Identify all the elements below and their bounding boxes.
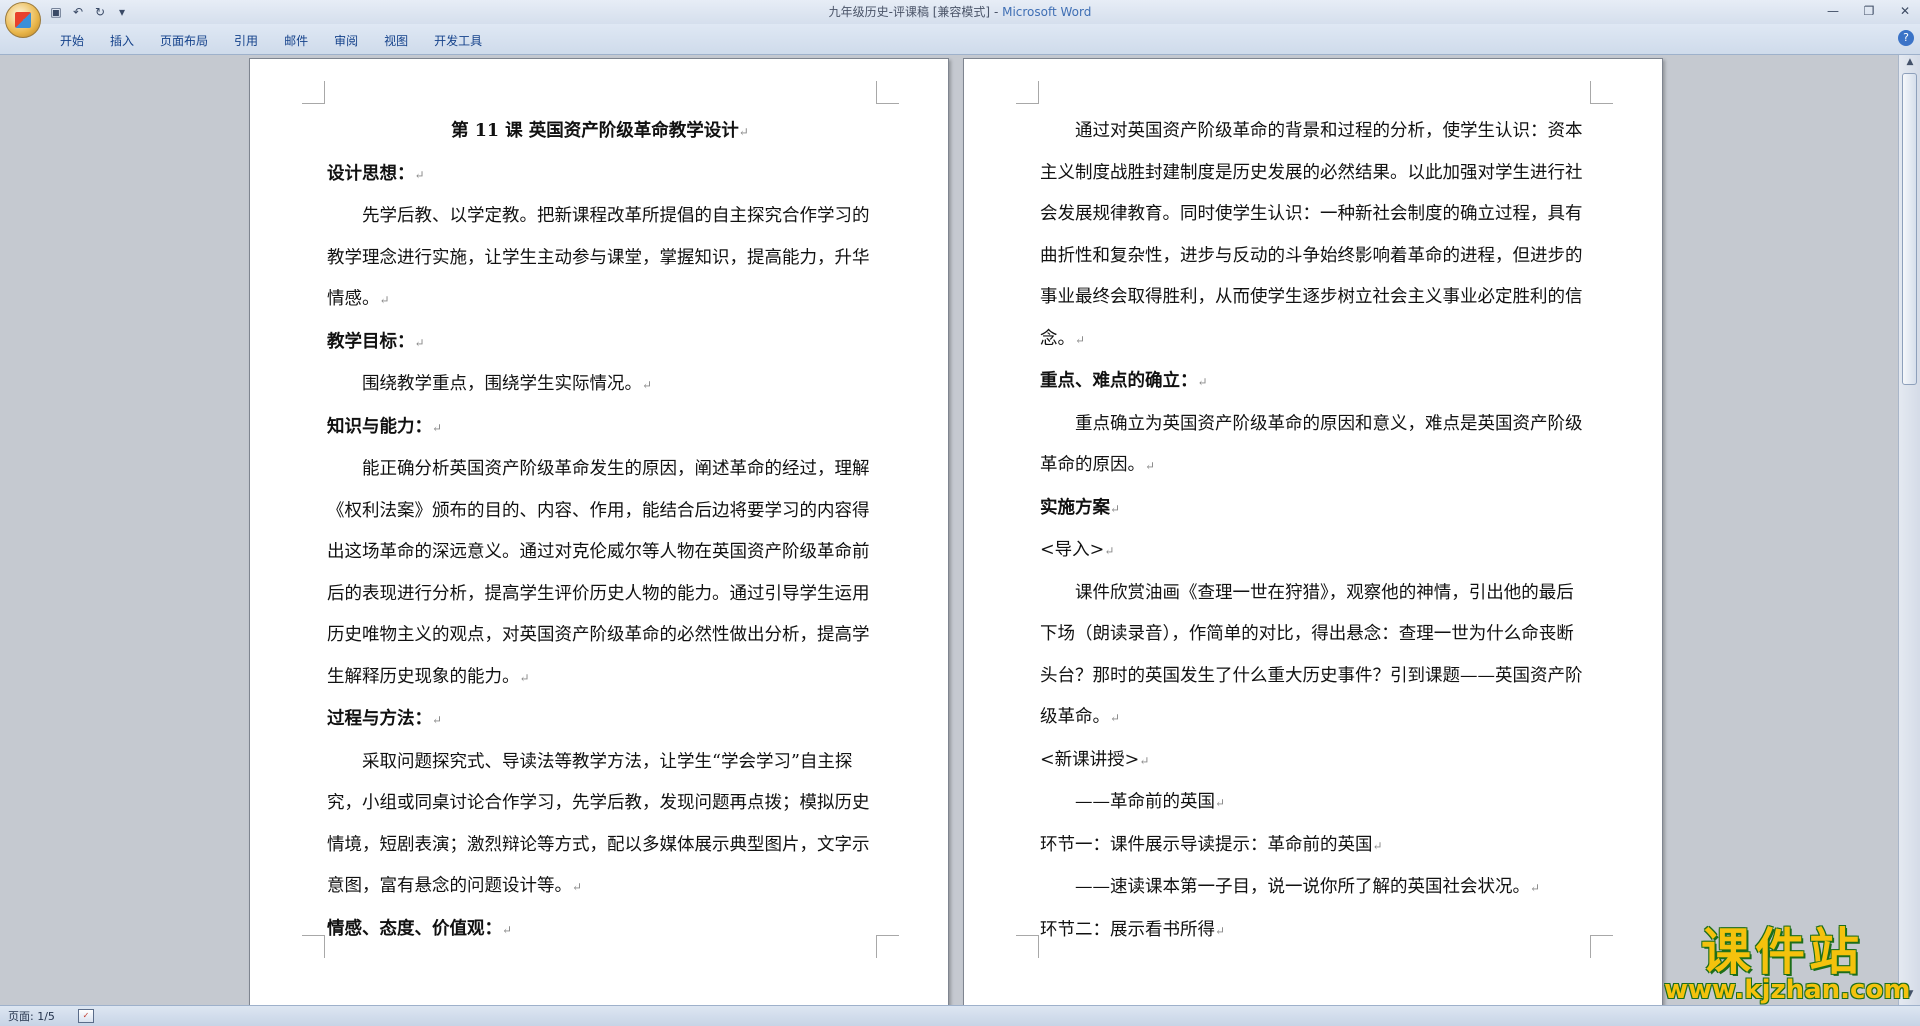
- margin-corner-mark: [1590, 81, 1613, 104]
- paragraph-mark-icon: ↵: [642, 378, 653, 392]
- paragraph-mark-icon: ↵: [1197, 375, 1208, 389]
- section-heading[interactable]: 知识与能力：↵: [327, 407, 873, 450]
- margin-corner-mark: [1590, 935, 1613, 958]
- ribbon-tab-row: 开始 插入 页面布局 引用 邮件 审阅 视图 开发工具 ?: [0, 24, 1920, 55]
- paragraph[interactable]: 环节一：课件展示导读提示：革命前的英国↵: [1040, 825, 1586, 868]
- page-1[interactable]: 第 11 课 英国资产阶级革命教学设计↵ 设计思想：↵ 先学后教、以学定教。把新课程…: [249, 58, 949, 1005]
- paragraph[interactable]: 重点确立为英国资产阶级革命的原因和意义，难点是英国资产阶级革命的原因。↵: [1040, 404, 1586, 488]
- paragraph-mark-icon: ↵: [1139, 753, 1150, 768]
- margin-corner-mark: [1016, 81, 1039, 104]
- customize-toolbar-icon[interactable]: ▾: [114, 4, 130, 20]
- vertical-scrollbar[interactable]: ▲ ▼: [1898, 55, 1920, 1005]
- title-bar: 九年级历史-评课稿 [兼容模式] - Microsoft Word ▣ ↶ ↻ …: [0, 0, 1920, 24]
- paragraph[interactable]: <导入>↵: [1040, 530, 1586, 573]
- margin-corner-mark: [302, 935, 325, 958]
- paragraph[interactable]: 课件欣赏油画《查理一世在狩猎》，观察他的神情，引出他的最后下场（朗读录音），作简…: [1040, 573, 1586, 740]
- office-button[interactable]: [5, 2, 41, 38]
- window-title: 九年级历史-评课稿 [兼容模式] - Microsoft Word: [0, 0, 1920, 24]
- paragraph-mark-icon: ↵: [502, 922, 513, 937]
- ribbon-tabs: 开始 插入 页面布局 引用 邮件 审阅 视图 开发工具: [50, 30, 498, 51]
- tab-references[interactable]: 引用: [224, 30, 274, 51]
- watermark-text: 课件站: [1701, 923, 1863, 981]
- paragraph-mark-icon: ↵: [1215, 923, 1226, 938]
- watermark-url: www.kjzhan.com: [1664, 975, 1911, 1005]
- paragraph-mark-icon: ↵: [1104, 544, 1115, 558]
- section-heading[interactable]: 过程与方法：↵: [327, 699, 873, 742]
- document-title[interactable]: 第 11 课 英国资产阶级革命教学设计↵: [327, 111, 873, 154]
- tab-mailings[interactable]: 邮件: [274, 30, 324, 51]
- site-watermark: 课件站 www.kjzhan.com: [1664, 923, 1911, 1005]
- paragraph[interactable]: <新课讲授>↵: [1040, 740, 1586, 783]
- paragraph-mark-icon: ↵: [432, 420, 443, 435]
- page-1-text[interactable]: 第 11 课 英国资产阶级革命教学设计↵ 设计思想：↵ 先学后教、以学定教。把新课程…: [327, 111, 873, 951]
- paragraph[interactable]: 能正确分析英国资产阶级革命发生的原因，阐述革命的经过，理解《权利法案》颁布的目的…: [327, 449, 873, 699]
- margin-corner-mark: [876, 935, 899, 958]
- paragraph-mark-icon: ↵: [1110, 501, 1121, 516]
- undo-icon[interactable]: ↶: [70, 4, 86, 20]
- tab-page-layout[interactable]: 页面布局: [150, 30, 224, 51]
- page-count-status[interactable]: 页面: 1/5: [8, 1008, 55, 1024]
- paragraph-mark-icon: ↵: [432, 713, 443, 727]
- tab-developer[interactable]: 开发工具: [424, 30, 498, 51]
- tab-review[interactable]: 审阅: [324, 30, 374, 51]
- minimize-icon[interactable]: —: [1822, 2, 1844, 20]
- section-heading[interactable]: 教学目标：↵: [327, 322, 873, 365]
- paragraph-mark-icon: ↵: [1530, 881, 1541, 895]
- paragraph[interactable]: ——速读课本第一子目，说一说你所了解的英国社会状况。↵: [1040, 867, 1586, 910]
- margin-corner-mark: [302, 81, 325, 104]
- quick-access-toolbar: ▣ ↶ ↻ ▾: [48, 3, 130, 21]
- save-icon[interactable]: ▣: [48, 4, 64, 20]
- redo-icon[interactable]: ↻: [92, 4, 108, 20]
- tab-view[interactable]: 视图: [374, 30, 424, 51]
- section-heading[interactable]: 实施方案↵: [1040, 488, 1586, 531]
- paragraph-mark-icon: ↵: [572, 880, 583, 894]
- paragraph-mark-icon: ↵: [519, 670, 530, 685]
- paragraph-mark-icon: ↵: [379, 293, 390, 307]
- office-logo-icon: [15, 12, 31, 28]
- paragraph-mark-icon: ↵: [414, 167, 425, 182]
- window-controls: — ❐ ✕: [1822, 2, 1916, 20]
- paragraph[interactable]: 先学后教、以学定教。把新课程改革所提倡的自主探究合作学习的教学理念进行实施，让学…: [327, 196, 873, 322]
- scrollbar-thumb[interactable]: [1902, 73, 1917, 385]
- maximize-icon[interactable]: ❐: [1858, 2, 1880, 20]
- paragraph-mark-icon: ↵: [1215, 796, 1226, 810]
- window-title-separator: -: [990, 5, 1003, 19]
- paragraph-mark-icon: ↵: [1075, 332, 1086, 347]
- section-heading[interactable]: 情感、态度、价值观：↵: [327, 909, 873, 952]
- page-2-text[interactable]: 通过对英国资产阶级革命的背景和过程的分析，使学生认识：资本主义制度战胜封建制度是…: [1040, 111, 1586, 952]
- paragraph-mark-icon: ↵: [738, 125, 749, 139]
- paragraph-mark-icon: ↵: [1145, 459, 1156, 473]
- document-area[interactable]: 第 11 课 英国资产阶级革命教学设计↵ 设计思想：↵ 先学后教、以学定教。把新课程…: [0, 55, 1898, 1005]
- margin-corner-mark: [876, 81, 899, 104]
- paragraph[interactable]: 采取问题探究式、导读法等教学方法，让学生“学会学习”自主探究，小组或同桌讨论合作…: [327, 742, 873, 909]
- paragraph[interactable]: 通过对英国资产阶级革命的背景和过程的分析，使学生认识：资本主义制度战胜封建制度是…: [1040, 111, 1586, 361]
- tab-home[interactable]: 开始: [50, 30, 100, 51]
- paragraph[interactable]: 围绕教学重点，围绕学生实际情况。↵: [327, 364, 873, 407]
- close-icon[interactable]: ✕: [1894, 2, 1916, 20]
- status-bar: 页面: 1/5 ✓: [0, 1005, 1920, 1026]
- paragraph[interactable]: 环节二：展示看书所得↵: [1040, 910, 1586, 953]
- page-2[interactable]: 通过对英国资产阶级革命的背景和过程的分析，使学生认识：资本主义制度战胜封建制度是…: [963, 58, 1663, 1005]
- window-title-app: Microsoft Word: [1002, 5, 1092, 19]
- paragraph-mark-icon: ↵: [1372, 838, 1383, 853]
- paragraph-mark-icon: ↵: [1110, 711, 1121, 725]
- window-title-document: 九年级历史-评课稿 [兼容模式]: [828, 5, 991, 19]
- help-icon[interactable]: ?: [1898, 30, 1914, 46]
- paragraph[interactable]: ——革命前的英国↵: [1040, 782, 1586, 825]
- paragraph-mark-icon: ↵: [414, 335, 425, 350]
- proofing-status-icon[interactable]: ✓: [78, 1009, 94, 1023]
- section-heading[interactable]: 设计思想：↵: [327, 154, 873, 197]
- tab-insert[interactable]: 插入: [100, 30, 150, 51]
- scroll-up-icon[interactable]: ▲: [1902, 57, 1918, 71]
- margin-corner-mark: [1016, 935, 1039, 958]
- section-heading[interactable]: 重点、难点的确立：↵: [1040, 361, 1586, 404]
